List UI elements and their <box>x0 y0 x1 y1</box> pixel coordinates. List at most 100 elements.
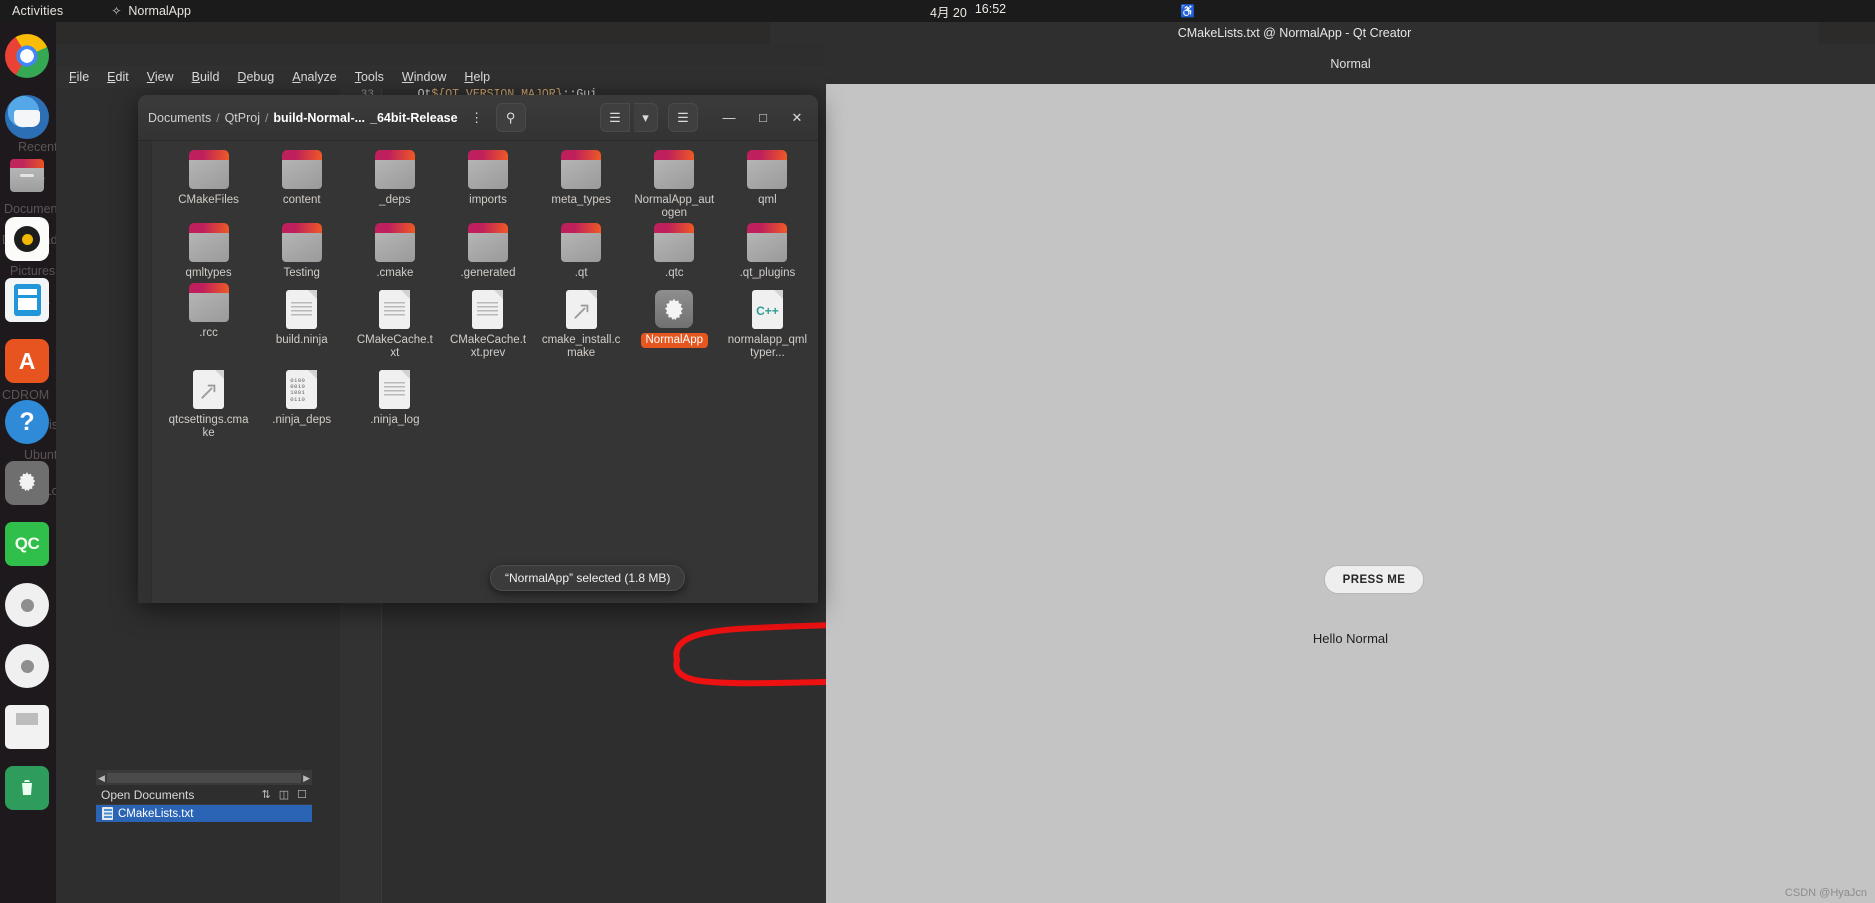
file-grid-item[interactable]: NormalApp <box>628 284 721 362</box>
search-icon[interactable]: ⚲ <box>495 103 526 132</box>
menu-edit[interactable]: Edit <box>98 68 138 86</box>
list-item[interactable]: CMakeLists.txt <box>96 805 312 822</box>
gear-icon <box>665 298 684 321</box>
dock-item-qt-creator[interactable]: QC <box>5 522 49 566</box>
trash-icon <box>22 780 32 795</box>
folder-icon <box>747 223 788 262</box>
binary-file-icon: 0100 0010 1001 0110 <box>286 370 318 409</box>
breadcrumb-build-dir-tail[interactable]: _64bit-Release <box>370 111 458 125</box>
dock-item-trash[interactable] <box>5 766 49 810</box>
dock-item-libreoffice-writer[interactable] <box>5 278 49 322</box>
kebab-menu-icon[interactable]: ⋮ <box>462 103 492 132</box>
file-grid-item-label: .qtc <box>665 267 684 279</box>
file-grid-item-label: qmltypes <box>185 267 232 279</box>
file-grid-item-label: .qt <box>574 267 588 279</box>
scroll-left-icon[interactable]: ◀ <box>98 773 105 784</box>
active-app-menu[interactable]: ✧ NormalApp <box>111 4 191 18</box>
close-icon[interactable]: ✕ <box>782 103 812 132</box>
desktop: Recent Home Documents Downloads Pictures… <box>0 22 1875 903</box>
close-pane-icon[interactable]: ☐ <box>297 788 307 801</box>
scroll-right-icon[interactable]: ▶ <box>303 773 310 784</box>
breadcrumb-documents[interactable]: Documents <box>148 111 211 125</box>
file-grid-item[interactable]: build.ninja <box>255 284 348 362</box>
file-grid[interactable]: CMakeFiles content _deps imports meta_types N… <box>152 141 818 603</box>
menu-analyze[interactable]: Analyze <box>283 68 345 86</box>
menu-view[interactable]: View <box>138 68 183 86</box>
file-grid-item[interactable]: Testing <box>255 223 348 282</box>
breadcrumb-qtproj[interactable]: QtProj <box>225 111 260 125</box>
breadcrumb-build-dir[interactable]: build-Normal-... <box>273 111 365 125</box>
file-grid-item[interactable]: qmltypes <box>162 223 255 282</box>
breadcrumb-separator: / <box>265 110 269 125</box>
dock-item-save-device[interactable] <box>5 705 49 749</box>
file-grid-item[interactable]: qtcsettings.cmake <box>162 364 255 442</box>
file-grid-item[interactable]: meta_types <box>535 150 628 222</box>
file-grid-item-label: CMakeCache.txt.prev <box>449 334 527 359</box>
file-grid-item[interactable]: CMakeCache.txt <box>348 284 441 362</box>
file-grid-item[interactable]: CMakeCache.txt.prev <box>441 284 534 362</box>
file-grid-item[interactable]: .generated <box>441 223 534 282</box>
qt-creator-window-title: CMakeLists.txt @ NormalApp - Qt Creator <box>1177 26 1412 40</box>
sort-icon[interactable]: ⇅ <box>262 788 271 801</box>
split-pane-icon[interactable]: ◫ <box>279 788 289 801</box>
dock-item-thunderbird[interactable] <box>5 95 49 139</box>
menu-window[interactable]: Window <box>393 68 455 86</box>
press-me-button[interactable]: PRESS ME <box>1324 565 1424 594</box>
dock-item-rhythmbox[interactable] <box>5 217 49 261</box>
dock-item-disc-1[interactable] <box>5 583 49 627</box>
file-grid-item[interactable]: C++ normalapp_qmltyper... <box>721 284 814 362</box>
menu-help[interactable]: Help <box>455 68 499 86</box>
menu-tools[interactable]: Tools <box>346 68 393 86</box>
file-grid-item[interactable]: 0100 0010 1001 0110 .ninja_deps <box>255 364 348 442</box>
menu-file[interactable]: File <box>60 68 98 86</box>
breadcrumb[interactable]: Documents / QtProj / build-Normal-... _6… <box>148 111 458 125</box>
file-grid-item[interactable]: qml <box>721 150 814 222</box>
file-grid-item[interactable]: _deps <box>348 150 441 222</box>
file-grid-item[interactable]: cmake_install.cmake <box>535 284 628 362</box>
chevron-down-icon[interactable]: ▾ <box>634 103 658 132</box>
file-grid-item-label: imports <box>469 194 507 206</box>
document-icon <box>379 370 411 409</box>
executable-icon <box>655 290 694 328</box>
file-grid-item[interactable]: .cmake <box>348 223 441 282</box>
clock-time: 16:52 <box>974 1 1007 16</box>
document-icon <box>472 290 504 329</box>
maximize-icon[interactable]: □ <box>748 103 778 132</box>
active-app-label: NormalApp <box>128 4 191 18</box>
file-grid-item-label: cmake_install.cmake <box>541 334 621 359</box>
file-grid-item[interactable]: .ninja_log <box>348 364 441 442</box>
menu-build[interactable]: Build <box>183 68 229 86</box>
activities-button[interactable]: Activities <box>12 4 63 18</box>
file-grid-item[interactable]: imports <box>441 150 534 222</box>
file-manager-body: CMakeFiles content _deps imports meta_types N… <box>138 141 818 603</box>
file-grid-item-label: .generated <box>460 267 516 279</box>
normal-app-canvas: PRESS ME Hello Normal <box>826 84 1875 903</box>
scroll-thumb[interactable] <box>106 773 302 783</box>
notification-bell-icon[interactable]: ♿ <box>1180 4 1195 18</box>
file-grid-item[interactable]: content <box>255 150 348 222</box>
file-grid-item[interactable]: .qtc <box>628 223 721 282</box>
dock-item-disc-2[interactable] <box>5 644 49 688</box>
file-manager-sidebar <box>138 141 152 603</box>
menu-debug[interactable]: Debug <box>228 68 283 86</box>
dock-item-files[interactable] <box>5 156 49 200</box>
minimize-icon[interactable]: — <box>714 103 744 132</box>
file-grid-item[interactable]: .qt <box>535 223 628 282</box>
file-grid-item[interactable]: .qt_plugins <box>721 223 814 282</box>
open-documents-title: Open Documents <box>101 787 195 802</box>
file-grid-item[interactable]: .rcc <box>162 283 255 362</box>
list-view-icon[interactable]: ☰ <box>600 103 630 132</box>
dock-item-help[interactable]: ? <box>5 400 49 444</box>
dock-item-settings[interactable] <box>5 461 49 505</box>
script-file-icon <box>193 370 225 409</box>
clock[interactable]: 4月 20 16:52 <box>930 2 1006 21</box>
folder-icon <box>281 150 322 189</box>
folder-icon <box>10 158 44 192</box>
dock-item-ubuntu-software[interactable]: A <box>5 339 49 383</box>
hamburger-menu-icon[interactable]: ☰ <box>668 103 698 132</box>
file-grid-item[interactable]: NormalApp_autogen <box>628 150 721 222</box>
horizontal-scrollbar[interactable]: ◀ ▶ <box>96 771 312 785</box>
file-grid-item[interactable]: CMakeFiles <box>162 150 255 222</box>
file-grid-item-label: .cmake <box>376 267 414 279</box>
dock-item-google-chrome[interactable] <box>5 34 49 78</box>
